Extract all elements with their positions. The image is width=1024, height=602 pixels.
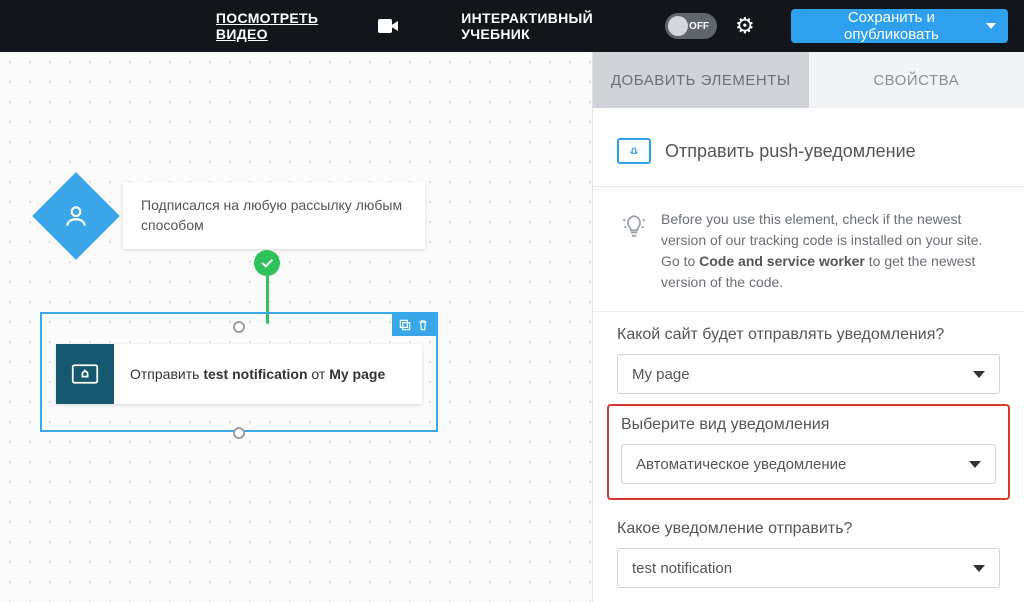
gear-icon[interactable]: ⚙ — [735, 13, 755, 39]
type-select[interactable]: Автоматическое уведомление — [621, 444, 996, 484]
side-panel: ДОБАВИТЬ ЭЛЕМЕНТЫ СВОЙСТВА Отправить pus… — [592, 52, 1024, 602]
tab-add-elements[interactable]: ДОБАВИТЬ ЭЛЕМЕНТЫ — [593, 52, 809, 108]
trash-icon[interactable] — [416, 318, 430, 332]
field-type-label: Выберите вид уведомления — [621, 416, 996, 434]
notification-select-value: test notification — [632, 560, 732, 577]
field-which-notification: Какое уведомление отправить? test notifi… — [593, 506, 1024, 592]
watch-video-link[interactable]: ПОСМОТРЕТЬ ВИДЕО — [216, 10, 360, 42]
connector-dot-top[interactable] — [233, 321, 245, 333]
node-toolbar — [392, 314, 436, 336]
panel-title: Отправить push-уведомление — [665, 141, 916, 162]
field-notification-type: Выберите вид уведомления Автоматическое … — [607, 404, 1010, 500]
chevron-down-icon — [973, 565, 985, 572]
trigger-text: Подписался на любую рассылку любым спосо… — [141, 197, 402, 233]
camera-icon — [378, 19, 398, 33]
hint-text: Before you use this element, check if th… — [661, 209, 996, 293]
chevron-down-icon — [969, 461, 981, 468]
lightbulb-icon — [621, 213, 647, 293]
user-icon — [32, 172, 120, 260]
connector-dot-bottom[interactable] — [233, 427, 245, 439]
site-select[interactable]: My page — [617, 354, 1000, 394]
tab-properties[interactable]: СВОЙСТВА — [809, 52, 1024, 108]
field-site-label: Какой сайт будет отправлять уведомления? — [617, 326, 1000, 344]
field-site: Какой сайт будет отправлять уведомления?… — [593, 312, 1024, 398]
bell-box-icon — [617, 138, 651, 164]
site-select-value: My page — [632, 366, 690, 383]
copy-icon[interactable] — [398, 318, 412, 332]
type-select-value: Автоматическое уведомление — [636, 456, 846, 473]
check-icon — [254, 250, 280, 276]
notification-select[interactable]: test notification — [617, 548, 1000, 588]
workflow-canvas[interactable]: Подписался на любую рассылку любым спосо… — [0, 52, 592, 602]
tutorial-toggle[interactable]: OFF — [665, 13, 717, 39]
action-text: Отправить test notification от My page — [114, 366, 401, 382]
save-publish-button[interactable]: Сохранить и опубликовать — [791, 9, 1008, 43]
trigger-node[interactable]: Подписался на любую рассылку любым спосо… — [45, 182, 425, 249]
trigger-card[interactable]: Подписался на любую рассылку любым спосо… — [123, 182, 425, 249]
push-icon — [56, 344, 114, 404]
toggle-state-label: OFF — [689, 21, 709, 32]
selected-node-frame[interactable]: Отправить test notification от My page — [40, 312, 438, 432]
tutorial-label: ИНТЕРАКТИВНЫЙ УЧЕБНИК — [461, 10, 647, 42]
chevron-down-icon — [973, 371, 985, 378]
field-which-label: Какое уведомление отправить? — [617, 520, 1000, 538]
action-node[interactable]: Отправить test notification от My page — [56, 344, 422, 404]
